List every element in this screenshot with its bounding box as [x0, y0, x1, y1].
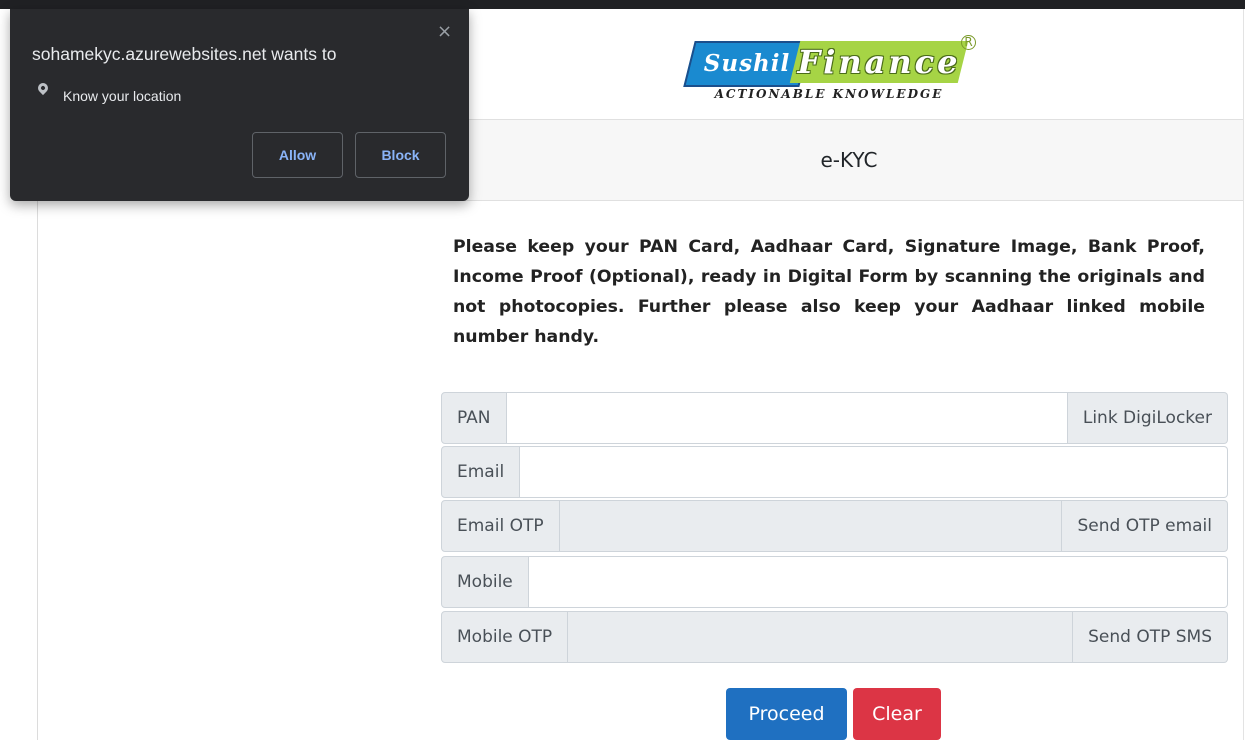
send-otp-email-button[interactable]: Send OTP email: [1062, 500, 1228, 552]
pan-row: PAN Link DigiLocker: [441, 392, 1228, 444]
logo-finance-block: Finance: [789, 41, 969, 83]
email-otp-input[interactable]: [559, 500, 1063, 552]
permission-site-text: sohamekyc.azurewebsites.net wants to: [32, 44, 337, 64]
proceed-button[interactable]: Proceed: [726, 688, 847, 740]
logo-brand-left: Sushil: [703, 50, 791, 77]
email-input[interactable]: [520, 446, 1228, 498]
logo-area: Sushil Finance R ACTIONABLE KNOWLEDGE: [455, 9, 1243, 119]
registered-mark: R: [961, 35, 976, 50]
mobile-input[interactable]: [528, 556, 1228, 608]
allow-button[interactable]: Allow: [252, 132, 343, 178]
permission-request-text: Know your location: [63, 88, 182, 104]
sushil-finance-logo: Sushil Finance R ACTIONABLE KNOWLEDGE: [679, 35, 979, 115]
page-title: e-KYC: [820, 148, 878, 172]
pan-input[interactable]: [506, 392, 1068, 444]
browser-top-bar: [0, 0, 1245, 9]
location-pin-icon: [35, 80, 51, 96]
mobile-otp-input[interactable]: [568, 611, 1074, 663]
email-otp-label: Email OTP: [441, 500, 560, 552]
pan-label: PAN: [441, 392, 507, 444]
close-icon[interactable]: ×: [437, 23, 452, 41]
email-row: Email: [441, 446, 1228, 498]
block-button[interactable]: Block: [355, 132, 446, 178]
link-digilocker-button[interactable]: Link DigiLocker: [1067, 392, 1228, 444]
mobile-otp-row: Mobile OTP Send OTP SMS: [441, 611, 1228, 663]
card-header: e-KYC: [455, 119, 1243, 201]
mobile-label: Mobile: [441, 556, 529, 608]
email-otp-row: Email OTP Send OTP email: [441, 500, 1228, 552]
location-permission-prompt: sohamekyc.azurewebsites.net wants to × K…: [10, 9, 469, 201]
clear-button[interactable]: Clear: [853, 688, 941, 740]
email-label: Email: [441, 446, 521, 498]
logo-brand-right: Finance: [797, 43, 961, 81]
page-right-border: [1243, 9, 1244, 740]
page-left-border: [37, 200, 38, 740]
instructions-text: Please keep your PAN Card, Aadhaar Card,…: [453, 237, 1205, 347]
mobile-row: Mobile: [441, 556, 1228, 608]
send-otp-sms-button[interactable]: Send OTP SMS: [1073, 611, 1228, 663]
logo-tagline: ACTIONABLE KNOWLEDGE: [714, 87, 944, 101]
mobile-otp-label: Mobile OTP: [441, 611, 569, 663]
